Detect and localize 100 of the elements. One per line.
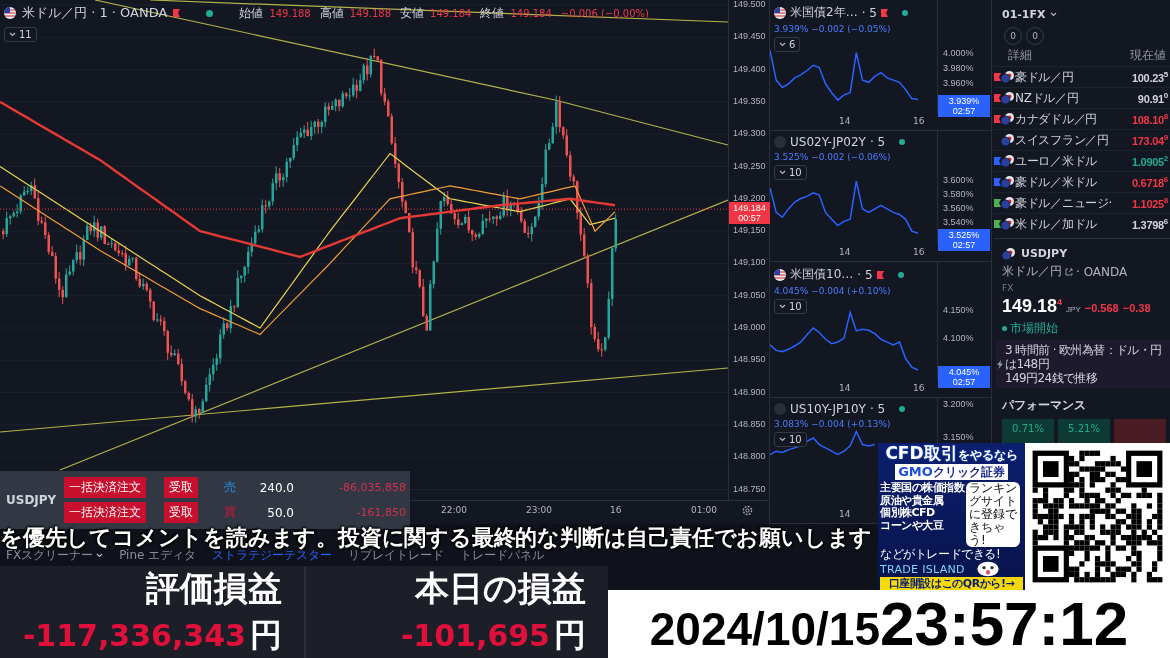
price-axis-label: 148.900 — [733, 386, 766, 397]
chart-title: 米国債10… — [790, 266, 854, 283]
chevron-down-icon — [9, 32, 16, 37]
x-axis-label: 14 — [839, 509, 851, 519]
ad-banner[interactable]: CFD取引 をやるなら GMOクリック証券 主要国の株価指数 原油や貴金属 個別株CFD コーンや大豆 ランキングサイトに登録できちゃう! などがトレードできる! TRADE ISLAND 口座開設はこのQRから!→ — [878, 443, 1025, 590]
watchlist-row[interactable]: 豪ドル／円 100.23$^{5}$ — [994, 66, 1170, 87]
chart-title: US02Y-JP02Y — [790, 135, 866, 149]
change-value: −0.006 (−0.00%) — [560, 7, 649, 19]
ad-bullet: コーンや大豆 — [880, 519, 945, 532]
performance-tile: 0.71% — [1002, 419, 1054, 443]
symbol-name: 豪ドル／米ドル — [1015, 173, 1098, 191]
symbol-name: NZドル／円 — [1015, 89, 1080, 107]
price-value: 100.23$^{5}$ — [1132, 70, 1168, 84]
receive-button[interactable]: 受取 — [164, 477, 198, 498]
currency-unit: 円 — [250, 615, 282, 656]
price-axis-label: 148.750 — [733, 483, 766, 494]
ad-bullet: 原油や貴金属 — [880, 494, 945, 507]
chart-value: 4.045% −0.004 (+0.10%) — [774, 286, 891, 296]
pnl-value: -117,336,343 — [22, 618, 246, 653]
currency-pair-icon — [1001, 92, 1014, 104]
price-change: −0.568 — [1084, 302, 1119, 314]
indicators-toggle[interactable]: 10 — [774, 299, 807, 314]
symbol-name: ユーロ／米ドル — [1015, 152, 1098, 170]
position-symbol: USDJPY — [5, 493, 58, 507]
currency-label: JPY — [1066, 305, 1081, 314]
x-axis-label: 14 — [839, 116, 851, 126]
ad-call-to-action: 口座開設はこのQRから!→ — [880, 577, 1023, 590]
price-axis-label: 149.400 — [733, 63, 766, 74]
close-all-button[interactable]: 一括決済注文 — [64, 502, 146, 523]
pnl-label: 評価損益 — [146, 567, 282, 610]
ad-headline: CFD取引 — [885, 444, 958, 462]
symbol-name: スイスフラン／円 — [1015, 131, 1110, 149]
external-link-icon[interactable] — [1065, 267, 1073, 276]
indicators-toggle[interactable]: 6 — [774, 37, 801, 52]
y-axis-label: 3.580% — [943, 189, 974, 199]
price-change-percent: −0.38 — [1122, 302, 1151, 314]
chevron-down-icon — [1049, 12, 1057, 17]
chart-value: 3.525% −0.002 (−0.06%) — [774, 152, 891, 162]
symbol-name: 豪ドル／ニュージ· — [1015, 194, 1114, 212]
chevron-down-icon — [779, 170, 786, 175]
y-axis-label: 4.000% — [943, 48, 974, 59]
ad-note: などがトレードできる! — [880, 547, 1001, 561]
us-flag-icon — [774, 268, 786, 281]
lightning-icon — [997, 359, 1003, 369]
interval-label: · 5 — [869, 135, 886, 149]
time-axis-label: 23:00 — [526, 505, 552, 515]
price-axis-label: 149.000 — [733, 322, 766, 332]
price-value: 0.6718$^{6}$ — [1132, 175, 1168, 189]
watchlist-row[interactable]: カナダドル／円 108.10$^{8}$ — [994, 108, 1170, 129]
us-flag-icon — [4, 7, 16, 19]
watchlist-row[interactable]: 豪ドル／ニュージ· 1.1025$^{8}$ — [994, 192, 1170, 213]
subtitle-caption: を優先してコメントを読みます。投資に関する最終的な判断は自己責任でお願いします — [0, 524, 874, 550]
chevron-down-icon — [779, 437, 786, 442]
price-axis-label: 148.850 — [733, 418, 766, 429]
news-card[interactable]: 3 時間前 · 欧州為替：ドル・円は148円 149円24銭で推移 — [996, 340, 1170, 388]
y-axis-label: 3.980% — [943, 62, 974, 73]
speech-bubble: ランキングサイトに登録できちゃう! — [966, 482, 1020, 547]
live-dot-icon — [899, 406, 906, 412]
ad-bullet: 主要国の株価指数 — [880, 482, 964, 494]
y-axis-label: 4.150% — [943, 305, 974, 316]
last-value-label: 3.939% 02:57 — [938, 95, 990, 118]
market-type: FX — [1002, 283, 1015, 293]
status-dot-icon — [1002, 326, 1007, 331]
watchlist-row[interactable]: 豪ドル／米ドル 0.6718$^{6}$ — [994, 171, 1170, 192]
live-dot-icon — [901, 9, 908, 16]
watchlist-row[interactable]: ユーロ／米ドル 1.0905$^{2}$ — [994, 150, 1170, 171]
price-axis-label: 149.050 — [733, 289, 766, 300]
currency-pair-icon — [1001, 218, 1014, 230]
currency-unit: 円 — [554, 615, 586, 656]
x-axis-label: 16 — [913, 116, 925, 126]
y-axis-label: 3.540% — [943, 216, 974, 227]
chevron-down-icon — [96, 553, 104, 558]
chart-title: 米国債2年… — [790, 4, 858, 21]
currency-pair-icon — [1001, 113, 1014, 125]
watchlist-title[interactable]: 01-1FX — [1002, 8, 1046, 21]
y-axis-label: 4.100% — [943, 333, 974, 344]
price-value: 1.1025$^{8}$ — [1132, 196, 1168, 210]
time-axis-label: 01:00 — [691, 505, 717, 515]
watchlist-row[interactable]: NZドル／円 90.91$^{0}$ — [994, 87, 1170, 108]
legend-label: 高値 — [319, 4, 344, 22]
last-price: 149.18$^{4}$ — [1002, 296, 1063, 317]
indicators-toggle[interactable]: 10 — [774, 165, 807, 180]
brand-name: GMO — [898, 464, 933, 480]
watchlist-row[interactable]: 米ドル／加ドル 1.3798$^{6}$ — [994, 213, 1170, 234]
live-dot-icon — [206, 9, 214, 17]
currency-pair-icon — [1001, 176, 1014, 188]
close-all-button[interactable]: 一括決済注文 — [64, 477, 146, 498]
position-pnl: -86,035,858 — [338, 481, 407, 494]
interval-label: · 5 — [861, 5, 877, 20]
us-flag-icon — [774, 6, 786, 19]
symbol-title: USDJPY — [1021, 247, 1068, 260]
position-side: 買 — [224, 504, 237, 521]
settings-icon[interactable] — [742, 505, 753, 516]
ad-logo: TRADE ISLAND — [880, 562, 965, 576]
indicators-toggle[interactable]: 10 — [774, 432, 807, 447]
indicators-toggle[interactable]: 11 — [4, 27, 37, 42]
watchlist-row[interactable]: スイスフラン／円 173.04$^{9}$ — [994, 129, 1170, 150]
y-axis-label: 3.600% — [943, 175, 974, 186]
price-axis-label: 149.100 — [733, 257, 766, 268]
receive-button[interactable]: 受取 — [164, 502, 198, 523]
